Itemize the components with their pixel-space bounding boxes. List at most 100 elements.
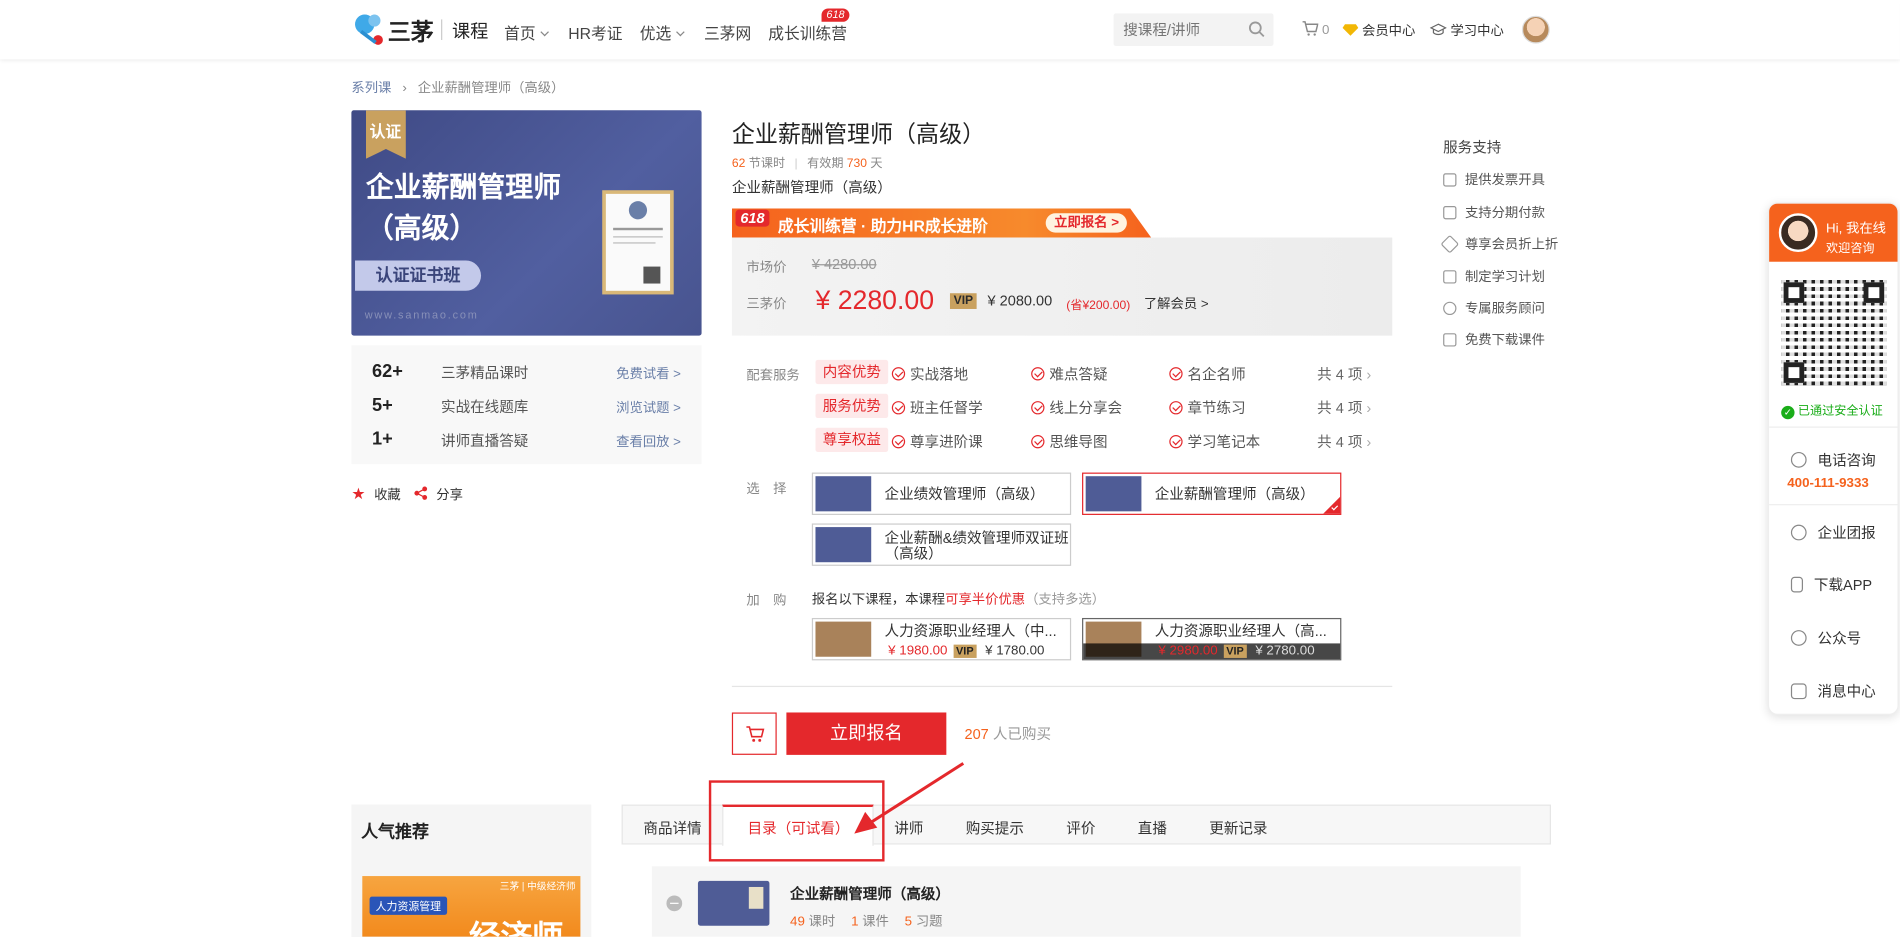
nav-hr-cert[interactable]: HR考证	[568, 21, 622, 44]
promo-banner[interactable]: 618 成长训练营 · 助力HR成长进阶 立即报名 >	[731, 208, 1152, 238]
service-total-link[interactable]: 共 4 项 ›	[1317, 397, 1371, 418]
user-avatar[interactable]	[1521, 15, 1550, 44]
group-purchase-link[interactable]: 企业团报	[1790, 522, 1876, 543]
nav-selected[interactable]: 优选	[640, 21, 685, 44]
chat-header[interactable]: Hi, 我在线 欢迎咨询	[1769, 203, 1898, 262]
promo-badge: 618	[735, 209, 770, 227]
option-label: 企业薪酬&绩效管理师双证班（高级）	[884, 529, 1069, 563]
cart-count: 0	[1322, 23, 1330, 38]
phone-consult[interactable]: 电话咨询	[1790, 450, 1876, 471]
phone-icon	[1790, 451, 1807, 468]
chevron-right-icon: ›	[1366, 365, 1372, 383]
addon-hint-prefix: 报名以下课程，本课程	[811, 592, 946, 608]
stat-num: 5+	[371, 395, 393, 416]
validity-unit: 天	[870, 157, 883, 171]
cover-badge: 认证	[365, 110, 406, 159]
cart-link[interactable]: 0	[1301, 21, 1329, 38]
service-total-link[interactable]: 共 4 项 ›	[1317, 364, 1371, 385]
addon-hint: 报名以下课程，本课程可享半价优惠（支持多选）	[812, 589, 1105, 608]
check-circle-icon	[891, 401, 906, 415]
service-support-item: 制定学习计划	[1443, 267, 1545, 286]
service-item: 章节练习	[1169, 397, 1246, 418]
mobile-icon	[1790, 576, 1804, 593]
cart-icon	[746, 726, 765, 742]
option-card[interactable]: 企业绩效管理师（高级）	[811, 472, 1072, 515]
validity-label: 有效期	[807, 157, 844, 171]
catalog-meta: 49 课时 1 课件 5 习题	[790, 914, 943, 930]
share-icon	[414, 486, 428, 500]
service-support-item: 提供发票开具	[1443, 170, 1545, 189]
option-card[interactable]: 企业薪酬&绩效管理师双证班（高级）	[811, 523, 1072, 566]
promo-text: 成长训练营 · 助力HR成长进阶	[777, 216, 988, 236]
message-center-link[interactable]: 消息中心	[1790, 681, 1876, 702]
replay-link[interactable]: 查看回放 >	[616, 431, 681, 450]
study-center-link[interactable]: 学习中心	[1429, 21, 1504, 40]
collapse-icon[interactable]	[666, 895, 683, 912]
catalog-title: 企业薪酬管理师（高级）	[790, 885, 950, 903]
search-box[interactable]	[1113, 13, 1274, 47]
addon-card[interactable]: 人力资源职业经理人（高... ¥ 2980.00 VIP ¥ 2780.00	[1082, 617, 1342, 661]
share-button[interactable]: 分享	[413, 485, 463, 504]
option-thumbnail	[815, 527, 872, 563]
hours-unit: 节课时	[748, 157, 786, 171]
nav-home[interactable]: 首页	[504, 21, 549, 44]
cart-icon	[1302, 21, 1319, 36]
vip-center-link[interactable]: 会员中心	[1342, 21, 1415, 40]
logo[interactable]: 三茅	[351, 11, 434, 47]
addon-vip-price: ¥ 1780.00	[985, 643, 1045, 658]
sanmao-price-label: 三茅价	[746, 296, 787, 312]
addon-label: 加 购	[746, 593, 787, 609]
tab-details[interactable]: 商品详情	[643, 818, 701, 839]
addon-card[interactable]: 人力资源职业经理人（中... ¥ 1980.00 VIP ¥ 1780.00	[811, 617, 1072, 661]
breadcrumb-root[interactable]: 系列课	[351, 81, 391, 96]
user-icon	[1443, 301, 1457, 316]
cover-pill: 认证证书班	[355, 260, 482, 291]
tab-updates[interactable]: 更新记录	[1209, 818, 1267, 839]
mail-icon	[1790, 683, 1807, 700]
card-icon	[1443, 205, 1457, 220]
headset-icon	[1790, 524, 1807, 541]
service-item: 班主任督学	[891, 397, 983, 418]
recommend-title: 人气推荐	[361, 821, 429, 841]
search-input[interactable]	[1123, 19, 1239, 40]
browse-questions-link[interactable]: 浏览试题 >	[616, 397, 681, 416]
diamond-icon	[1440, 234, 1460, 254]
logo-divider	[441, 19, 443, 40]
chevron-right-icon: ›	[1366, 399, 1372, 417]
check-circle-icon	[891, 367, 906, 381]
validity-value: 730	[846, 157, 868, 171]
wechat-account-link[interactable]: 公众号	[1790, 628, 1861, 649]
tab-live[interactable]: 直播	[1138, 818, 1167, 839]
nav-growth-camp[interactable]: 成长训练营	[768, 21, 847, 44]
free-trial-link[interactable]: 免费试看 >	[616, 364, 681, 383]
search-icon[interactable]	[1248, 21, 1265, 38]
download-app-link[interactable]: 下载APP	[1790, 574, 1872, 595]
catalog-item[interactable]: 企业薪酬管理师（高级） 49 课时 1 课件 5 习题	[651, 866, 1521, 937]
chat-greeting: Hi, 我在线	[1826, 221, 1887, 237]
addon-price: ¥ 2980.00	[1158, 643, 1218, 658]
favorite-button[interactable]: ★ 收藏	[351, 485, 400, 504]
promo-button[interactable]: 立即报名 >	[1045, 213, 1128, 233]
wechat-icon	[1790, 630, 1807, 646]
services-label: 配套服务	[746, 368, 800, 383]
tab-reviews[interactable]: 评价	[1066, 818, 1095, 839]
check-circle-icon	[1169, 367, 1183, 381]
recommend-card[interactable]: 三茅 | 中级经济师 人力资源管理 经济师	[362, 876, 581, 937]
option-card-selected[interactable]: 企业薪酬管理师（高级）	[1082, 472, 1342, 515]
check-circle-icon	[1169, 401, 1183, 415]
certificate-image	[602, 190, 674, 295]
check-circle-icon	[1169, 435, 1183, 449]
add-to-cart-button[interactable]	[731, 712, 777, 755]
service-total-link[interactable]: 共 4 项 ›	[1317, 431, 1371, 452]
enroll-button[interactable]: 立即报名	[786, 712, 947, 755]
stat-row: 5+ 实战在线题库 浏览试题 >	[351, 388, 701, 422]
verified-text: ✓ 已通过安全认证	[1781, 400, 1883, 420]
catalog-lessons: 49	[790, 914, 805, 930]
vip-more-link[interactable]: 了解会员 >	[1144, 293, 1209, 312]
phone-number[interactable]: 400-111-9333	[1787, 476, 1869, 491]
vip-tag: VIP	[949, 293, 977, 309]
qr-code	[1781, 279, 1887, 386]
addon-vip-tag: VIP	[1223, 644, 1247, 658]
nav-sanmao-web[interactable]: 三茅网	[704, 21, 751, 44]
logo-sub[interactable]: 课程	[452, 18, 488, 43]
